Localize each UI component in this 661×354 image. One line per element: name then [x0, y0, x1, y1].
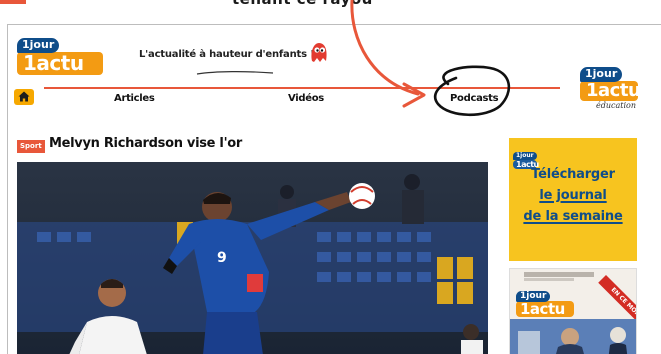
site-tagline: L'actualité à hauteur d'enfants !	[139, 49, 315, 60]
annotation-strip-bar	[0, 0, 26, 4]
download-journal-ad[interactable]: 1jour 1actu Télécharger le journal de la…	[509, 138, 637, 261]
cover-header-line-2	[524, 278, 574, 281]
ad-line-2: le journal	[539, 188, 607, 203]
edu-logo-sub-text: éducation	[596, 101, 636, 110]
cover-logo: 1jour 1actu	[516, 283, 574, 317]
article-photo[interactable]: 9	[17, 162, 488, 354]
nav-articles[interactable]: Articles	[114, 93, 155, 104]
nav-podcasts[interactable]: Podcasts	[450, 93, 499, 104]
mascot-icon	[311, 43, 327, 62]
ad-line-1: Télécharger	[531, 167, 615, 182]
annotation-top-text: tenant ce rayou	[232, 0, 373, 8]
annotation-top-strip: tenant ce rayou	[0, 0, 661, 24]
category-badge[interactable]: Sport	[17, 140, 45, 153]
ad-logo-top-text: 1jour	[513, 152, 537, 160]
svg-text:9: 9	[217, 250, 227, 266]
cover-logo-bottom-text: 1actu	[516, 301, 574, 317]
nav-videos[interactable]: Vidéos	[288, 93, 324, 104]
article-headline[interactable]: Melvyn Richardson vise l'or	[49, 136, 242, 151]
ad-text-block: Télécharger le journal de la semaine	[509, 164, 637, 227]
edu-logo-bottom-text: 1actu	[580, 81, 641, 101]
ad-line-3: de la semaine	[523, 209, 623, 224]
site-logo[interactable]: 1jour 1actu	[17, 33, 103, 75]
logo-bottom-text: 1actu	[17, 52, 103, 75]
education-logo[interactable]: 1jour 1actu éducation	[580, 62, 641, 110]
tagline-underline	[196, 71, 274, 75]
home-icon	[18, 91, 30, 102]
nav-underline	[44, 87, 560, 89]
site-frame: 1jour 1actu L'actualité à hauteur d'enfa…	[7, 24, 661, 354]
cover-header-line	[524, 272, 594, 277]
cover-photo	[510, 319, 636, 354]
magazine-cover[interactable]: 1jour 1actu EN CE MOMENT	[509, 268, 637, 354]
home-button[interactable]	[14, 89, 34, 105]
